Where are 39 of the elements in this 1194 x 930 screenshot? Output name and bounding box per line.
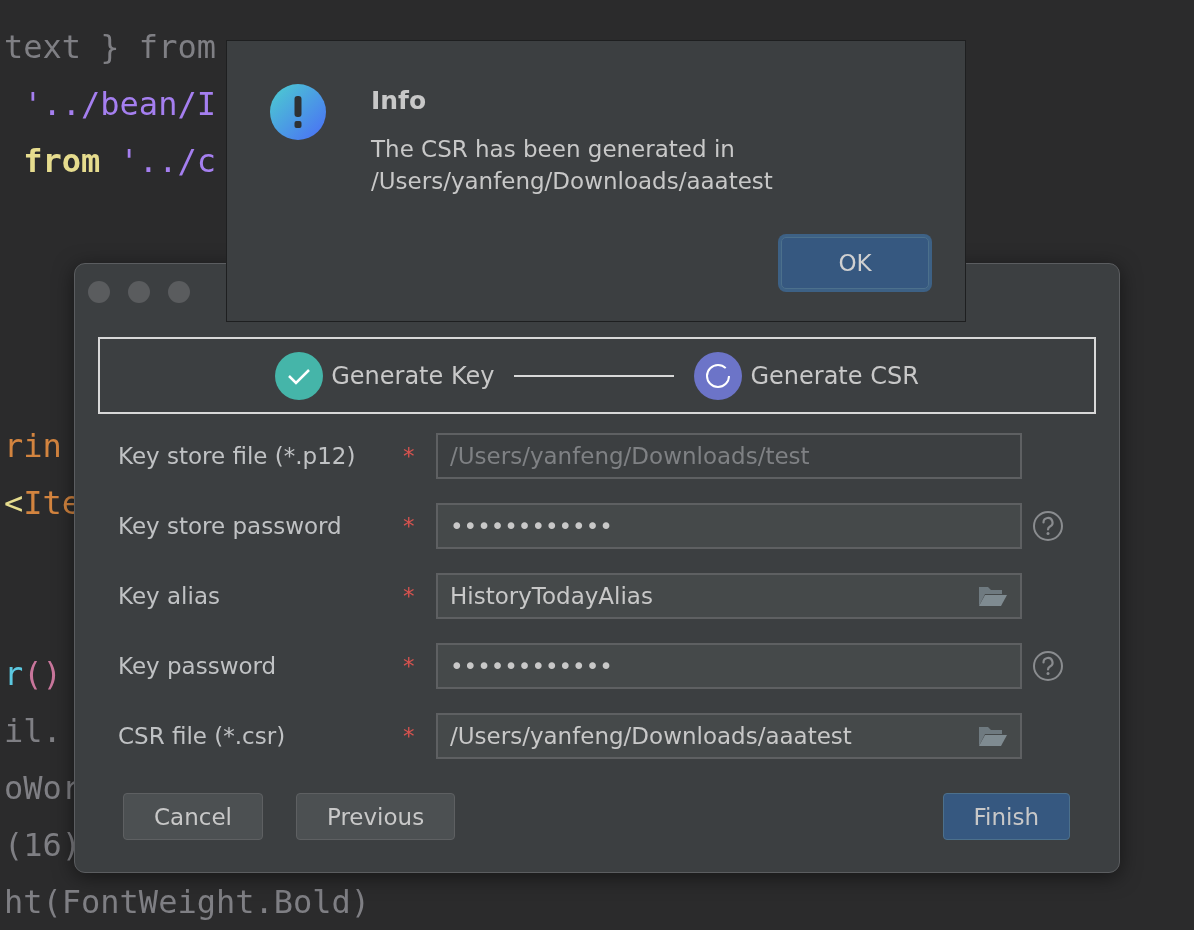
folder-icon[interactable] <box>978 725 1008 747</box>
input-field[interactable]: HistoryTodayAlias <box>436 573 1022 619</box>
input-field[interactable]: •••••••••••• <box>436 643 1022 689</box>
code-text: text } from <box>4 28 216 66</box>
required-mark: * <box>403 443 416 469</box>
help-icon[interactable] <box>1032 650 1064 682</box>
help-icon[interactable] <box>1032 510 1064 542</box>
code-text: from '../c <box>22 142 216 180</box>
code-text: '../bean/I <box>22 85 216 123</box>
code-text: oWor <box>4 769 82 807</box>
required-mark: * <box>403 653 416 679</box>
code-text: (16) <box>4 826 82 864</box>
finish-button[interactable]: Finish <box>942 793 1070 840</box>
required-mark: * <box>403 513 416 539</box>
code-text: il. <box>4 712 62 750</box>
field-label: CSR file (*.csr) <box>118 723 287 749</box>
step-label: Generate Key <box>331 361 495 390</box>
window-control[interactable] <box>128 281 150 303</box>
window-control[interactable] <box>168 281 190 303</box>
input-field[interactable]: /Users/yanfeng/Downloads/aaatest <box>436 713 1022 759</box>
field-label: Key password <box>118 653 278 679</box>
code-text: r() <box>4 655 62 693</box>
field-label: Key store password <box>118 513 343 539</box>
required-mark: * <box>403 583 416 609</box>
code-text: ht(FontWeight.Bold) <box>4 883 371 921</box>
window-control[interactable] <box>88 281 110 303</box>
field-label: Key store file (*.p12) <box>118 443 357 469</box>
input-field[interactable]: •••••••••••• <box>436 503 1022 549</box>
dialog-button[interactable]: Cancel <box>123 793 263 840</box>
dialog-title: Info <box>371 86 428 115</box>
folder-icon[interactable] <box>978 585 1008 607</box>
required-mark: * <box>403 723 416 749</box>
ok-button[interactable]: OK <box>781 237 929 289</box>
info-icon <box>270 84 326 140</box>
code-text: rin <box>4 427 62 465</box>
dialog-button[interactable]: Previous <box>295 793 456 840</box>
field-label: Key alias <box>118 583 221 609</box>
step-label: Generate CSR <box>750 361 919 390</box>
dialog-message: The CSR has been generated in /Users/yanfeng/Downloads/aaatest <box>371 135 773 196</box>
